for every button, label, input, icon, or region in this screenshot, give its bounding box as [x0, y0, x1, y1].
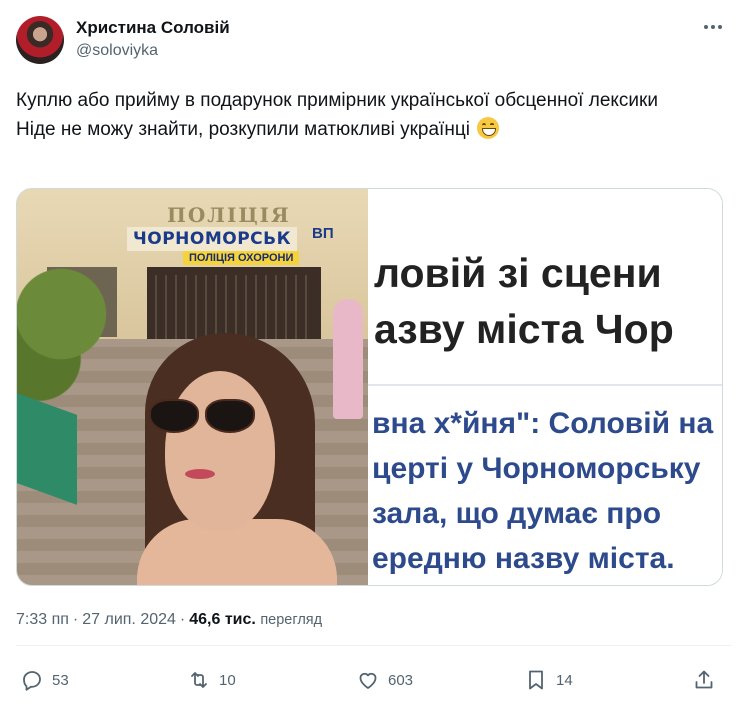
retweet-count: 10	[219, 671, 236, 689]
share-icon	[695, 670, 713, 689]
tweet-media[interactable]: ПОЛІЦІЯ ЧОРНОМОРСЬК ВП ПОЛІЦІЯ ОХОРОНИ л…	[16, 188, 723, 586]
tweet-meta: 7:33 пп · 27 лип. 2024 · 46,6 тис. перегляд	[16, 611, 323, 628]
reply-button[interactable]: 53	[20, 668, 69, 692]
reply-icon	[23, 671, 41, 691]
view-count[interactable]: 46,6 тис.	[189, 611, 256, 628]
face	[165, 371, 275, 531]
article-headline: ловій зі сцени азву міста Чор	[374, 245, 674, 357]
tweet-text: Куплю або прийму в подарунок примірник у…	[16, 86, 732, 144]
tweet-text-line-2-text: Ніде не можу знайти, розкупили матюкливі…	[16, 119, 470, 140]
more-icon[interactable]	[696, 16, 730, 38]
sign-city: ЧОРНОМОРСЬК	[127, 227, 297, 251]
like-icon	[359, 672, 377, 689]
like-count: 603	[388, 671, 414, 689]
actions-divider	[16, 645, 732, 646]
sign-guard: ПОЛІЦІЯ ОХОРОНИ	[183, 251, 300, 265]
sunglasses	[149, 399, 257, 435]
article-sub-line-2: церті у Чорноморську	[372, 452, 701, 485]
article-sub-line-1: вна х*йня": Соловій на	[372, 407, 714, 440]
tweet-date[interactable]: 27 лип. 2024	[82, 611, 176, 628]
views-label: перегляд	[260, 612, 323, 628]
tweet-text-line-2: Ніде не можу знайти, розкупили матюкливі…	[16, 115, 732, 144]
author-handle[interactable]: @soloviyka	[76, 41, 230, 61]
retweet-icon	[191, 672, 207, 688]
action-bar: 53 10 603 14	[16, 668, 716, 698]
article-headline-line-1: ловій зі сцени	[374, 250, 662, 296]
article-divider	[368, 384, 722, 386]
bookmark-icon	[529, 670, 543, 690]
selfie-photo: ПОЛІЦІЯ ЧОРНОМОРСЬК ВП ПОЛІЦІЯ ОХОРОНИ	[17, 189, 368, 585]
article-subheadline: вна х*йня": Соловій на церті у Чорноморс…	[372, 401, 713, 581]
bookmark-count: 14	[556, 671, 573, 689]
article-sub-line-3: зала, що думає про	[372, 497, 662, 530]
article-screenshot: ловій зі сцени азву міста Чор вна х*йня"…	[368, 189, 722, 585]
article-sub-line-4: ередню назву міста.	[372, 542, 675, 575]
like-button[interactable]: 603	[356, 668, 413, 692]
sign-police: ПОЛІЦІЯ	[167, 203, 291, 227]
retweet-button[interactable]: 10	[187, 668, 236, 692]
tweet-text-line-1: Куплю або прийму в подарунок примірник у…	[16, 90, 658, 111]
tweet-time[interactable]: 7:33 пп	[16, 611, 69, 628]
avatar[interactable]	[16, 16, 64, 64]
tweet: Христина Соловій @soloviyka Куплю або пр…	[0, 0, 748, 706]
article-headline-line-2: азву міста Чор	[374, 306, 674, 352]
author-info: Христина Соловій @soloviyka	[76, 18, 230, 61]
share-button[interactable]	[692, 668, 716, 692]
sign-vp: ВП	[312, 225, 334, 242]
reply-count: 53	[52, 671, 69, 689]
background-person	[333, 299, 363, 419]
bookmark-button[interactable]: 14	[524, 668, 573, 692]
author-name[interactable]: Христина Соловій	[76, 18, 230, 38]
grin-emoji-icon	[477, 117, 500, 139]
